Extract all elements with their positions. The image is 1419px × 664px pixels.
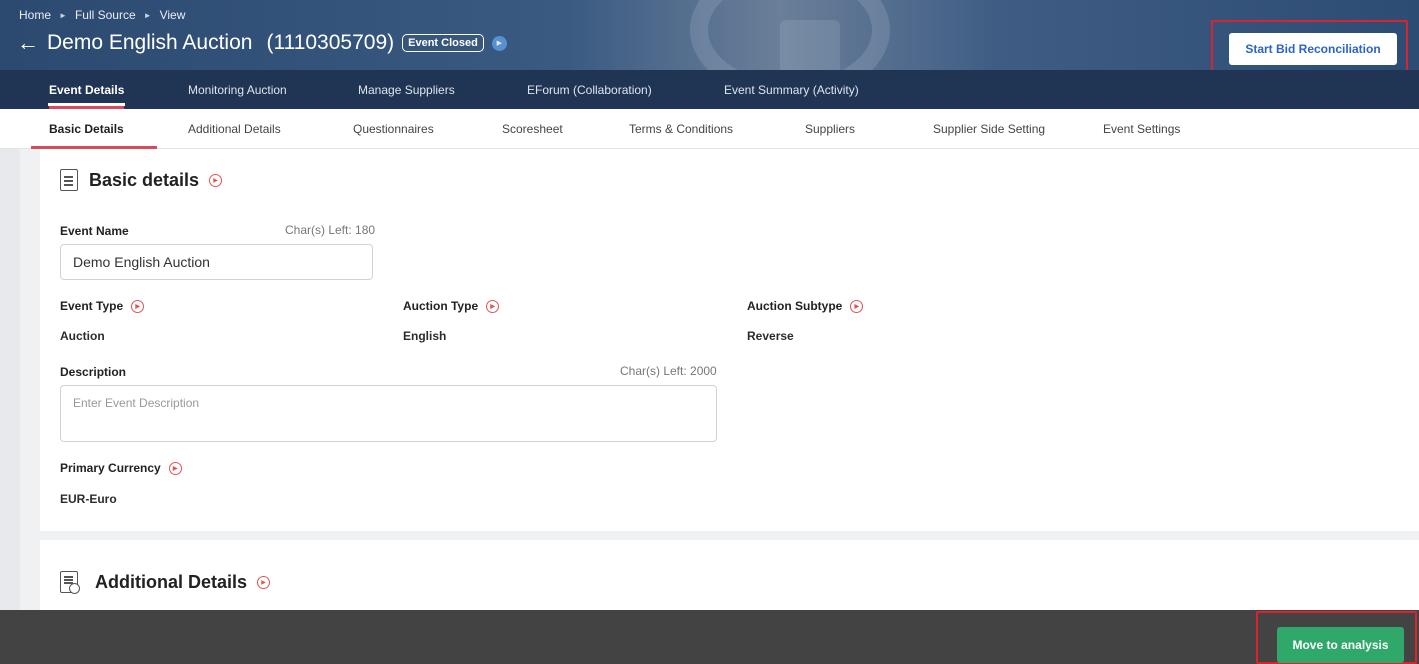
video-help-icon[interactable]: ▶: [209, 173, 223, 187]
video-help-icon[interactable]: ▶: [486, 299, 500, 313]
event-name-label: Event Name: [60, 224, 129, 238]
video-help-icon[interactable]: ▶: [850, 299, 864, 313]
primary-currency-label: Primary Currency ▶: [60, 461, 182, 475]
back-arrow-icon[interactable]: ←: [17, 32, 39, 54]
event-name-chars-left: Char(s) Left: 180: [285, 223, 376, 237]
tab-monitoring-auction[interactable]: Monitoring Auction: [188, 70, 287, 109]
tab-event-settings[interactable]: Event Settings: [1103, 109, 1180, 149]
breadcrumb-separator-icon: ►: [143, 10, 152, 20]
tab-terms-conditions[interactable]: Terms & Conditions: [629, 109, 733, 149]
tab-eforum[interactable]: EForum (Collaboration): [527, 70, 652, 109]
event-type-label: Event Type ▶: [60, 299, 145, 313]
additional-details-card: Additional Details ▶: [40, 540, 1419, 610]
auction-type-label: Auction Type ▶: [403, 299, 500, 313]
auction-type-label-text: Auction Type: [403, 299, 479, 313]
video-help-icon[interactable]: ▶: [257, 575, 271, 589]
video-help-icon[interactable]: ▶: [168, 461, 182, 475]
event-id: (1110305709): [266, 31, 395, 54]
video-help-icon[interactable]: ▶: [491, 35, 507, 51]
tab-supplier-side-setting[interactable]: Supplier Side Setting: [933, 109, 1045, 149]
video-help-icon[interactable]: ▶: [131, 299, 145, 313]
basic-details-header: Basic details ▶: [60, 169, 223, 191]
primary-tab-bar: Event Details Monitoring Auction Manage …: [0, 70, 1419, 109]
auction-subtype-label-text: Auction Subtype: [747, 299, 843, 313]
breadcrumb-full-source[interactable]: Full Source: [75, 8, 136, 22]
additional-details-header: Additional Details ▶: [60, 571, 271, 594]
event-header: Home ► Full Source ► View ← Demo English…: [0, 0, 1419, 70]
event-type-value: Auction: [60, 329, 105, 343]
move-to-analysis-button[interactable]: Move to analysis: [1277, 627, 1404, 663]
auction-type-value: English: [403, 329, 447, 343]
basic-details-card: Basic details ▶ Event Name Char(s) Left:…: [40, 149, 1419, 531]
tab-suppliers[interactable]: Suppliers: [805, 109, 855, 149]
secondary-tab-bar: Basic Details Additional Details Questio…: [0, 109, 1419, 149]
tab-questionnaires[interactable]: Questionnaires: [353, 109, 434, 149]
section-title: Additional Details: [95, 571, 248, 592]
title-row: ← Demo English Auction (1110305709) Even…: [17, 31, 507, 55]
primary-currency-value: EUR-Euro: [60, 492, 117, 506]
document-settings-icon: [60, 571, 80, 594]
tab-event-summary[interactable]: Event Summary (Activity): [724, 70, 859, 109]
event-type-label-text: Event Type: [60, 299, 124, 313]
page-title: Demo English Auction: [47, 31, 253, 54]
auction-subtype-value: Reverse: [747, 329, 794, 343]
description-chars-left: Char(s) Left: 2000: [620, 364, 717, 378]
start-bid-reconciliation-button[interactable]: Start Bid Reconciliation: [1229, 33, 1397, 65]
left-rail: [0, 149, 20, 610]
tab-scoresheet[interactable]: Scoresheet: [502, 109, 563, 149]
tab-event-details[interactable]: Event Details: [47, 70, 126, 109]
document-icon: [60, 169, 78, 191]
breadcrumb-separator-icon: ►: [59, 10, 67, 20]
tab-additional-details[interactable]: Additional Details: [188, 109, 281, 149]
description-textarea[interactable]: Enter Event Description: [60, 385, 717, 442]
breadcrumb-view: View: [159, 8, 186, 22]
tab-manage-suppliers[interactable]: Manage Suppliers: [358, 70, 455, 109]
footer-bar: [0, 610, 1419, 664]
tab-basic-details[interactable]: Basic Details: [49, 109, 124, 149]
section-title: Basic details: [89, 169, 200, 190]
auction-subtype-label: Auction Subtype ▶: [747, 299, 864, 313]
primary-currency-label-text: Primary Currency: [60, 461, 161, 475]
header-background-decoration: [780, 20, 840, 70]
status-badge: Event Closed: [402, 34, 484, 52]
event-name-field[interactable]: Demo English Auction: [60, 244, 373, 280]
breadcrumb-home[interactable]: Home: [19, 8, 51, 22]
description-label: Description: [60, 365, 127, 379]
breadcrumb: Home ► Full Source ► View: [19, 8, 185, 22]
